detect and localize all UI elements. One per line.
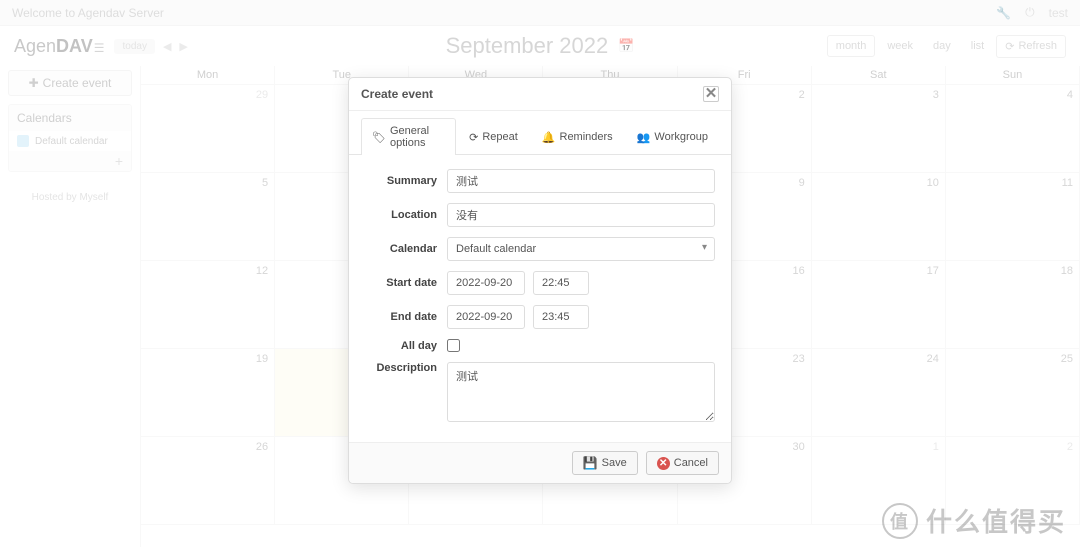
description-textarea[interactable]	[447, 362, 715, 422]
tag-icon: 🏷	[372, 131, 386, 144]
calendar-label: Calendar	[365, 243, 447, 255]
all-day-label: All day	[365, 340, 447, 352]
modal-body: Summary Location Calendar Default calend…	[349, 155, 731, 442]
end-time-input[interactable]	[533, 305, 589, 329]
description-label: Description	[365, 362, 447, 374]
location-input[interactable]	[447, 203, 715, 227]
calendar-select[interactable]: Default calendar	[447, 237, 715, 261]
bell-icon: 🔔	[542, 131, 556, 144]
start-date-input[interactable]	[447, 271, 525, 295]
save-button[interactable]: 💾 Save	[572, 451, 638, 475]
save-icon: 💾	[583, 456, 598, 470]
modal-tabs: 🏷 General options ⟳ Repeat 🔔 Reminders 👥…	[349, 117, 731, 155]
group-icon: 👥	[637, 131, 651, 144]
repeat-icon: ⟳	[469, 131, 478, 144]
tab-reminders[interactable]: 🔔 Reminders	[531, 118, 624, 155]
modal-title: Create event	[361, 87, 433, 101]
end-date-input[interactable]	[447, 305, 525, 329]
modal-header: Create event ✕	[349, 78, 731, 111]
summary-input[interactable]	[447, 169, 715, 193]
cancel-button[interactable]: ✕ Cancel	[646, 451, 719, 475]
start-time-input[interactable]	[533, 271, 589, 295]
location-label: Location	[365, 209, 447, 221]
create-event-modal: Create event ✕ 🏷 General options ⟳ Repea…	[348, 77, 732, 484]
modal-footer: 💾 Save ✕ Cancel	[349, 442, 731, 483]
start-date-label: Start date	[365, 277, 447, 289]
summary-label: Summary	[365, 175, 447, 187]
tab-repeat[interactable]: ⟳ Repeat	[458, 118, 529, 155]
all-day-checkbox[interactable]	[447, 339, 460, 352]
tab-workgroup[interactable]: 👥 Workgroup	[626, 118, 719, 155]
tab-general[interactable]: 🏷 General options	[361, 118, 456, 155]
end-date-label: End date	[365, 311, 447, 323]
cancel-icon: ✕	[657, 457, 670, 470]
close-icon[interactable]: ✕	[703, 86, 719, 102]
